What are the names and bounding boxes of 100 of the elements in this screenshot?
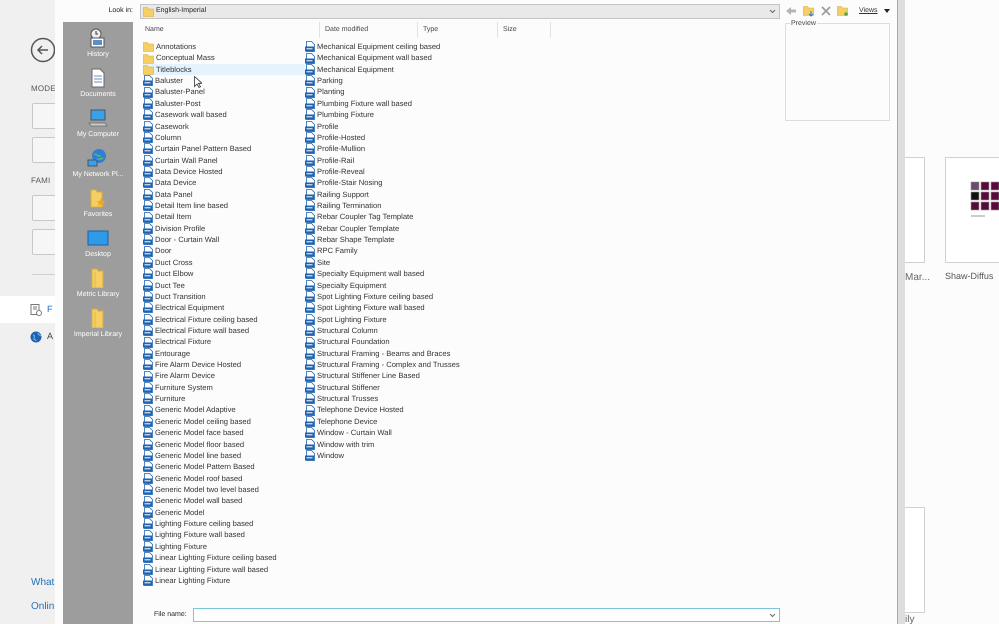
- help-link[interactable]: Onlin: [31, 599, 55, 614]
- family-file-icon: [305, 416, 315, 428]
- family-file-icon: [305, 188, 315, 200]
- folder-icon: [143, 41, 154, 52]
- family-file-icon: [305, 86, 315, 98]
- caret-icon: [884, 9, 890, 13]
- family-file-icon: [305, 52, 315, 64]
- family-file-icon: [143, 427, 153, 438]
- family-file-icon: [143, 438, 153, 450]
- family-file-icon: [143, 109, 153, 120]
- family-file-icon: [305, 325, 315, 336]
- family-file-icon: [305, 234, 315, 246]
- family-file-icon: [305, 336, 315, 348]
- new-folder-icon: [837, 5, 849, 17]
- card-label: Mar...: [905, 271, 930, 285]
- family-file-icon: [143, 484, 153, 496]
- computer-icon: [87, 108, 109, 128]
- family-file-icon: [143, 506, 153, 518]
- family-file-icon: [143, 132, 153, 144]
- chevron-down-icon: [769, 8, 776, 14]
- thumbnail-drawing: [970, 180, 999, 218]
- family-file-icon: [305, 41, 315, 52]
- family-file-icon: [143, 552, 153, 564]
- family-file-icon: [305, 427, 315, 438]
- family-file-icon: [305, 348, 315, 359]
- family-file-icon: [143, 530, 153, 541]
- folder-icon: [143, 64, 154, 75]
- family-file-icon: [143, 518, 153, 530]
- family-file-icon: [143, 222, 153, 234]
- family-file-icon: [305, 143, 315, 154]
- family-file-icon: [305, 268, 315, 280]
- folder-icon: [143, 6, 154, 16]
- family-file-icon: [143, 200, 153, 212]
- family-file-icon: [143, 291, 153, 302]
- family-file-icon: [305, 450, 315, 462]
- delete-icon: [821, 6, 831, 16]
- folder-icon: [143, 52, 154, 64]
- family-file-icon: [305, 257, 315, 268]
- family-file-icon: [305, 246, 315, 257]
- family-file-icon: [305, 200, 315, 212]
- family-file-icon: [143, 404, 153, 416]
- family-file-icon: [143, 98, 153, 109]
- family-file-icon: [143, 325, 153, 336]
- family-file-icon: [143, 540, 153, 552]
- family-file-icon: [143, 212, 153, 223]
- family-file-icon: [305, 154, 315, 166]
- family-file-icon: [143, 75, 153, 86]
- family-file-icon: [305, 302, 315, 314]
- family-file-icon: [143, 382, 153, 393]
- family-file-icon: [143, 348, 153, 359]
- family-file-icon: [305, 212, 315, 223]
- family-file-icon: [143, 575, 153, 586]
- family-file-icon: [143, 143, 153, 154]
- family-file-icon: [305, 438, 315, 450]
- family-file-icon: [305, 359, 315, 370]
- family-file-icon: [305, 98, 315, 109]
- globe-icon: [30, 330, 42, 342]
- family-file-icon: [305, 132, 315, 144]
- family-file-icon: [143, 166, 153, 178]
- family-file-icon: [143, 257, 153, 268]
- card-label: Shaw-Diffus: [945, 270, 994, 283]
- sidebar-item[interactable]: F: [0, 296, 55, 323]
- help-link[interactable]: What: [31, 575, 55, 590]
- family-file-icon: [143, 564, 153, 575]
- family-file-icon: [143, 314, 153, 325]
- family-file-icon: [305, 314, 315, 325]
- folder-up-icon: [803, 5, 815, 17]
- chevron-down-icon: [769, 612, 776, 618]
- desktop-icon: [87, 228, 109, 248]
- sidebar-item[interactable]: A: [0, 323, 55, 350]
- family-file-icon: [143, 496, 153, 507]
- family-file-icon: [143, 336, 153, 348]
- network-icon: [87, 148, 109, 168]
- family-file-icon: [305, 120, 315, 132]
- family-file-icon: [143, 86, 153, 98]
- family-file-icon: [305, 109, 315, 120]
- family-card[interactable]: [945, 157, 999, 263]
- family-file-icon: [305, 166, 315, 178]
- family-file-icon: [305, 404, 315, 416]
- family-file-icon: [305, 75, 315, 86]
- family-file-icon: [305, 222, 315, 234]
- card-label: ily: [905, 614, 916, 624]
- family-file-icon: [143, 472, 153, 484]
- back-arrow-icon: [785, 6, 797, 16]
- section-label: MODE: [31, 83, 55, 95]
- family-file-icon: [143, 370, 153, 382]
- family-file-icon: [143, 177, 153, 188]
- family-file-icon: [143, 120, 153, 132]
- family-file-icon: [305, 280, 315, 291]
- family-file-icon: [143, 188, 153, 200]
- family-file-icon: [305, 177, 315, 188]
- family-file-icon: [143, 268, 153, 280]
- family-file-icon: [143, 416, 153, 428]
- back-icon: [30, 37, 55, 63]
- family-file-icon: [143, 302, 153, 314]
- file-name-field[interactable]: [192, 608, 780, 622]
- family-file-icon: [143, 280, 153, 291]
- section-label: FAMI: [31, 175, 52, 187]
- recent-file-icon: [30, 304, 42, 316]
- family-file-icon: [143, 246, 153, 257]
